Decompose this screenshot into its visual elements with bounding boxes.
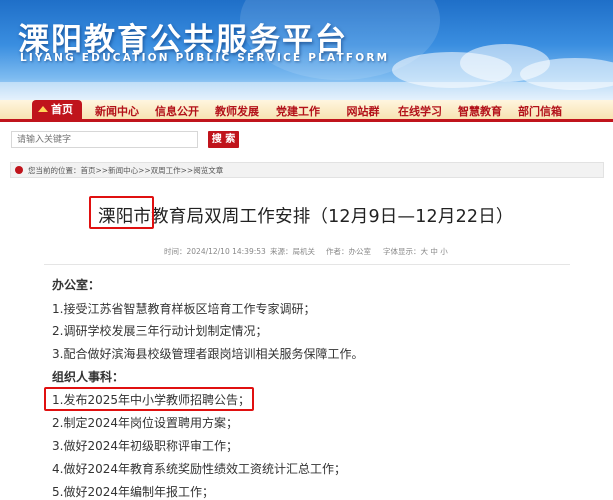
search-input[interactable] xyxy=(11,131,198,148)
list-item: 1.接受江苏省智慧教育样板区培育工作专家调研； xyxy=(52,302,316,316)
breadcrumb: 您当前的位置：首页>>新闻中心>>双周工作>>阅览文章 xyxy=(10,162,604,178)
list-item: 4.做好2024年教育系统奖励性绩效工资统计汇总工作； xyxy=(52,462,346,476)
nav-item-smart-education[interactable]: 智慧教育 xyxy=(455,103,505,120)
nav-item-teacher-development[interactable]: 教师发展 xyxy=(212,103,262,120)
list-item: 5.做好2024年编制年报工作； xyxy=(52,485,214,499)
article-title: 溧阳市教育局双周工作安排（12月9日—12月22日） xyxy=(98,207,514,227)
list-item: 3.做好2024年初级职称评审工作； xyxy=(52,439,238,453)
main-nav: 首页 新闻中心 信息公开 教师发展 党建工作 网站群 在线学习 智慧教育 部门信… xyxy=(0,100,613,122)
annotation-box xyxy=(89,196,154,229)
nav-item-site-group[interactable]: 网站群 xyxy=(341,103,385,120)
home-icon xyxy=(38,106,48,112)
nav-item-info-disclosure[interactable]: 信息公开 xyxy=(152,103,202,120)
section-heading: 组织人事科： xyxy=(52,370,125,384)
list-item: 2.调研学校发展三年行动计划制定情况； xyxy=(52,324,268,338)
nav-item-party-building[interactable]: 党建工作 xyxy=(273,103,323,120)
nav-item-dept-mailbox[interactable]: 部门信箱 xyxy=(515,103,565,120)
site-subtitle: LIYANG EDUCATION PUBLIC SERVICE PLATFORM xyxy=(20,52,390,64)
site-banner: 溧阳教育公共服务平台 LIYANG EDUCATION PUBLIC SERVI… xyxy=(0,0,613,100)
divider xyxy=(44,264,570,265)
article-source: 来源：局机关 xyxy=(270,247,315,256)
article-time: 时间：2024/12/10 14:39:53 xyxy=(164,247,266,256)
annotation-box xyxy=(44,387,254,411)
search-button[interactable]: 搜 索 xyxy=(208,131,239,148)
nav-item-label: 首页 xyxy=(51,103,73,116)
cloud-decoration xyxy=(0,82,613,100)
nav-item-home[interactable]: 首页 xyxy=(32,100,82,119)
article-author: 作者：办公室 xyxy=(326,247,371,256)
list-item: 3.配合做好滨海县校级管理者跟岗培训相关服务保障工作。 xyxy=(52,347,364,361)
location-icon xyxy=(15,166,23,174)
nav-item-online-learning[interactable]: 在线学习 xyxy=(395,103,445,120)
section-heading: 办公室： xyxy=(52,278,101,292)
font-size-control[interactable]: 字体显示：大 中 小 xyxy=(383,246,448,257)
nav-item-news[interactable]: 新闻中心 xyxy=(92,103,142,120)
list-item: 2.制定2024年岗位设置聘用方案； xyxy=(52,416,238,430)
breadcrumb-text: 您当前的位置：首页>>新闻中心>>双周工作>>阅览文章 xyxy=(28,166,224,175)
